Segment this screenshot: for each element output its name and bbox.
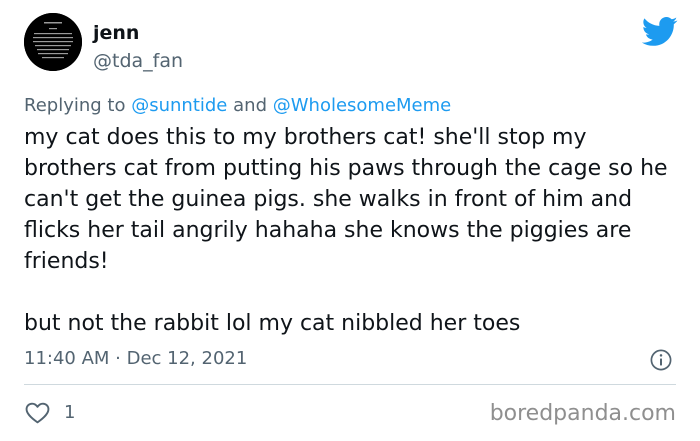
tweet-paragraph: my cat does this to my brothers cat! she… (24, 125, 668, 274)
reply-prefix: Replying to (24, 95, 126, 116)
twitter-bird-icon (642, 17, 678, 46)
like-count: 1 (64, 402, 76, 423)
tweet-paragraph: but not the rabbit lol my cat nibbled he… (24, 311, 521, 336)
mention-link[interactable]: @sunntide (131, 95, 227, 116)
avatar-image (24, 13, 82, 71)
reply-context: Replying to @sunntide and @WholesomeMeme (24, 94, 451, 118)
heart-icon[interactable] (25, 402, 50, 424)
display-name[interactable]: jenn (93, 21, 139, 45)
info-icon[interactable] (650, 349, 672, 371)
boredpanda-watermark: boredpanda.com (489, 401, 676, 426)
user-handle[interactable]: @tda_fan (93, 49, 183, 73)
reply-joiner: and (233, 95, 267, 116)
tweet-timestamp[interactable]: 11:40 AM · Dec 12, 2021 (24, 347, 247, 371)
mention-link[interactable]: @WholesomeMeme (273, 95, 452, 116)
avatar[interactable] (24, 13, 82, 71)
tweet-text: my cat does this to my brothers cat! she… (24, 122, 684, 339)
divider (24, 384, 676, 385)
